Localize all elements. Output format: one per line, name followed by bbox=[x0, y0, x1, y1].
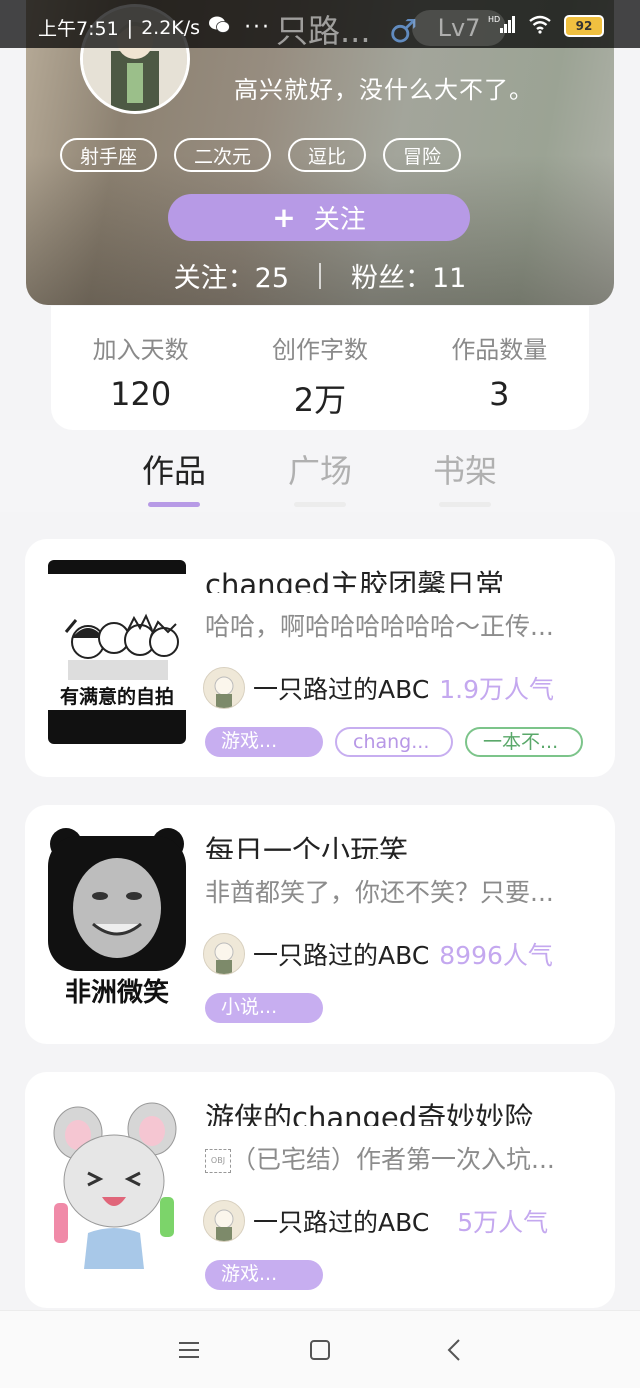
cover-caption: 有满意的自拍 bbox=[59, 686, 174, 708]
work-title: 每日一个小玩笑 bbox=[205, 834, 409, 859]
author-name: 一只路过的ABC bbox=[253, 1208, 430, 1237]
plus-icon: + bbox=[272, 201, 296, 234]
author-row: 一只路过的ABC 8996人气 bbox=[203, 933, 603, 975]
stat-label: 加入天数 bbox=[92, 336, 189, 364]
tab-works[interactable]: 作品 bbox=[114, 446, 234, 507]
author-avatar bbox=[203, 1200, 245, 1242]
obj-placeholder-icon: OBJ bbox=[205, 1149, 231, 1173]
stat-label: 创作字数 bbox=[271, 336, 368, 364]
profile-tag[interactable]: 二次元 bbox=[174, 138, 272, 172]
header-name-ghost: 只路... ♂ bbox=[276, 12, 418, 50]
following-count[interactable]: 关注：25 bbox=[174, 256, 289, 295]
profile-tag[interactable]: 冒险 bbox=[383, 138, 462, 172]
followers-count[interactable]: 粉丝：11 bbox=[351, 256, 466, 295]
home-icon[interactable] bbox=[307, 1337, 333, 1363]
author-avatar bbox=[203, 667, 245, 709]
popularity: 1.9万人气 bbox=[439, 675, 555, 704]
work-cover bbox=[48, 1093, 186, 1277]
author-name: 一只路过的ABC bbox=[253, 941, 430, 970]
work-chips: 游戏... chang... 一本不... bbox=[205, 727, 583, 757]
more-dots-icon: ··· bbox=[244, 15, 272, 40]
system-nav-bar bbox=[0, 1310, 640, 1388]
stat-value: 2万 bbox=[293, 381, 347, 419]
cover-caption: 非洲微笑 bbox=[64, 978, 169, 1008]
follow-counts: 关注：25 粉丝：11 bbox=[26, 256, 614, 295]
content-tabs: 作品 广场 书架 bbox=[0, 430, 640, 512]
wechat-icon bbox=[208, 15, 230, 40]
stat-word-count: 创作字数 2万 bbox=[230, 306, 409, 430]
author-name: 一只路过的ABC bbox=[253, 675, 430, 704]
stat-value: 120 bbox=[110, 375, 172, 413]
stats-card: 加入天数 120 创作字数 2万 作品数量 3 bbox=[51, 306, 589, 430]
status-time: 上午7:51 bbox=[38, 18, 119, 40]
follow-button[interactable]: + 关注 bbox=[168, 194, 470, 241]
work-description: OBJ （已宅结）作者第一次入坑... bbox=[205, 1140, 605, 1176]
work-chips: 小说... bbox=[205, 993, 323, 1023]
author-avatar bbox=[203, 933, 245, 975]
profile-tag[interactable]: 射手座 bbox=[60, 138, 158, 172]
divider bbox=[319, 262, 321, 289]
stat-work-count: 作品数量 3 bbox=[410, 306, 589, 430]
category-chip[interactable]: 游戏... bbox=[205, 727, 323, 757]
tab-square[interactable]: 广场 bbox=[260, 446, 380, 507]
author-row: 一只路过的ABC 1.9万人气 bbox=[203, 667, 603, 709]
svg-text:HD: HD bbox=[488, 15, 500, 24]
tab-bookshelf[interactable]: 书架 bbox=[405, 446, 525, 507]
stat-value: 3 bbox=[489, 375, 510, 413]
tag-chip[interactable]: 一本不... bbox=[465, 727, 583, 757]
work-card[interactable]: 非洲微笑 每日一个小玩笑 非酋都笑了，你还不笑？只要... 一只路过的ABC 8… bbox=[25, 805, 615, 1044]
work-description: 哈哈，啊哈哈哈哈哈哈～正传... bbox=[205, 612, 554, 641]
status-bar: 上午7:51 | 2.2K/s ··· 只路... ♂ Lv7 HD 92 bbox=[0, 0, 640, 50]
work-chips: 游戏... bbox=[205, 1260, 323, 1290]
work-description: 非酋都笑了，你还不笑？只要... bbox=[205, 878, 554, 907]
popularity: 5万人气 bbox=[457, 1208, 549, 1237]
category-chip[interactable]: 小说... bbox=[205, 993, 323, 1023]
signal-icon: HD bbox=[488, 14, 516, 38]
battery-icon: 92 bbox=[564, 15, 604, 37]
network-speed: 2.2K/s bbox=[141, 16, 201, 39]
menu-icon[interactable] bbox=[176, 1337, 202, 1363]
work-card[interactable]: 有满意的自拍 changed主胶团馨日常 哈哈，啊哈哈哈哈哈哈～正传... 一只… bbox=[25, 539, 615, 777]
work-title: 游侠的changed奇妙妙险 bbox=[205, 1101, 534, 1126]
work-cover: 有满意的自拍 bbox=[48, 560, 186, 744]
stat-label: 作品数量 bbox=[451, 336, 548, 364]
author-row: 一只路过的ABC 5万人气 bbox=[203, 1200, 603, 1242]
category-chip[interactable]: 游戏... bbox=[205, 1260, 323, 1290]
back-icon[interactable] bbox=[442, 1337, 468, 1363]
popularity: 8996人气 bbox=[439, 941, 553, 970]
profile-tags: 射手座 二次元 逗比 冒险 bbox=[60, 138, 462, 172]
work-title: changed主胶团馨日常 bbox=[205, 568, 505, 593]
stat-join-days: 加入天数 120 bbox=[51, 306, 230, 430]
work-cover: 非洲微笑 bbox=[48, 826, 186, 1010]
tag-chip[interactable]: chang... bbox=[335, 727, 453, 757]
follow-label: 关注 bbox=[313, 205, 366, 235]
profile-tag[interactable]: 逗比 bbox=[288, 138, 367, 172]
wifi-icon bbox=[528, 14, 552, 38]
profile-motto: 高兴就好，没什么大不了。 bbox=[234, 76, 534, 104]
work-card[interactable]: 游侠的changed奇妙妙险 OBJ （已宅结）作者第一次入坑... 一只路过的A… bbox=[25, 1072, 615, 1308]
tab-indicator bbox=[148, 502, 200, 507]
